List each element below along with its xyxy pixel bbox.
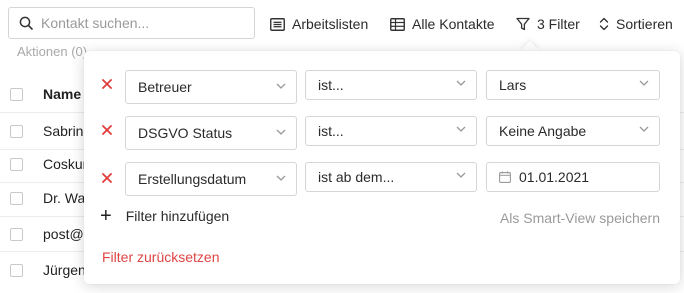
row-checkbox[interactable] — [10, 263, 23, 277]
name-column-header[interactable]: Name — [43, 86, 81, 102]
chevron-down-icon — [276, 83, 286, 89]
filter-field-select[interactable]: Erstellungsdatum — [125, 162, 297, 196]
filter-operator-value: ist... — [318, 77, 344, 93]
sort-icon — [599, 17, 609, 31]
filter-operator-select[interactable]: ist ab dem... — [305, 162, 477, 192]
worklists-label: Arbeitslisten — [292, 16, 369, 32]
chevron-down-icon — [456, 172, 466, 178]
row-checkbox[interactable] — [10, 157, 23, 171]
filter-field-value: DSGVO Status — [138, 125, 233, 141]
close-icon — [102, 125, 112, 135]
chevron-down-icon — [639, 126, 649, 132]
row-checkbox[interactable] — [10, 124, 23, 138]
sort-label: Sortieren — [616, 16, 673, 32]
filter-field-value: Betreuer — [138, 79, 192, 95]
row-checkbox[interactable] — [10, 191, 23, 205]
filter-row: Betreuer ist... Lars — [84, 70, 680, 104]
reset-filter-link[interactable]: Filter zurücksetzen — [102, 249, 219, 265]
add-filter-button[interactable]: + Filter hinzufügen — [100, 205, 230, 227]
filter-date-value: 01.01.2021 — [519, 169, 590, 185]
remove-filter-button[interactable] — [99, 76, 115, 92]
close-icon — [102, 79, 112, 89]
actions-label[interactable]: Aktionen (0) — [17, 44, 87, 59]
contact-name[interactable]: post@ — [43, 226, 84, 242]
sort-button[interactable]: Sortieren — [599, 14, 673, 34]
filter-field-select[interactable]: Betreuer — [125, 70, 297, 104]
add-filter-label: Filter hinzufügen — [125, 208, 230, 224]
filter-field-value: Erstellungsdatum — [138, 171, 247, 187]
plus-icon: + — [100, 205, 112, 227]
remove-filter-button[interactable] — [99, 122, 115, 138]
filter-value-select[interactable]: Keine Angabe — [486, 116, 660, 146]
calendar-icon — [499, 171, 511, 183]
chevron-down-icon — [456, 126, 466, 132]
filter-operator-value: ist... — [318, 123, 344, 139]
filter-row: Erstellungsdatum ist ab dem... 01.01.202… — [84, 162, 680, 196]
filter-label: 3 Filter — [537, 16, 580, 32]
contact-name[interactable]: Jürgen — [43, 262, 86, 278]
table-icon — [390, 17, 405, 31]
filter-value: Keine Angabe — [499, 123, 587, 139]
filter-field-select[interactable]: DSGVO Status — [125, 116, 297, 150]
worklists-button[interactable]: Arbeitslisten — [270, 14, 368, 34]
filter-icon — [516, 17, 530, 31]
filter-popover: Betreuer ist... Lars DSGVO Status ist...… — [84, 51, 680, 284]
filter-operator-value: ist ab dem... — [318, 169, 395, 185]
list-icon — [270, 17, 285, 31]
select-all-checkbox[interactable] — [10, 87, 23, 101]
filter-operator-select[interactable]: ist... — [305, 116, 477, 146]
filter-value-select[interactable]: Lars — [486, 70, 660, 100]
chevron-down-icon — [276, 129, 286, 135]
row-checkbox[interactable] — [10, 227, 23, 241]
filter-operator-select[interactable]: ist... — [305, 70, 477, 100]
filter-row: DSGVO Status ist... Keine Angabe — [84, 116, 680, 150]
save-smart-view-link[interactable]: Als Smart-View speichern — [500, 210, 660, 226]
search-input[interactable] — [41, 15, 241, 31]
chevron-down-icon — [276, 175, 286, 181]
chevron-down-icon — [456, 80, 466, 86]
search-icon — [19, 16, 33, 30]
remove-filter-button[interactable] — [99, 170, 115, 186]
search-box[interactable] — [8, 7, 255, 39]
close-icon — [102, 173, 112, 183]
all-contacts-button[interactable]: Alle Kontakte — [390, 14, 495, 34]
filter-button[interactable]: 3 Filter — [516, 14, 580, 34]
filter-date-input[interactable]: 01.01.2021 — [486, 162, 660, 192]
all-contacts-label: Alle Kontakte — [412, 16, 495, 32]
chevron-down-icon — [639, 80, 649, 86]
filter-value: Lars — [499, 77, 527, 93]
